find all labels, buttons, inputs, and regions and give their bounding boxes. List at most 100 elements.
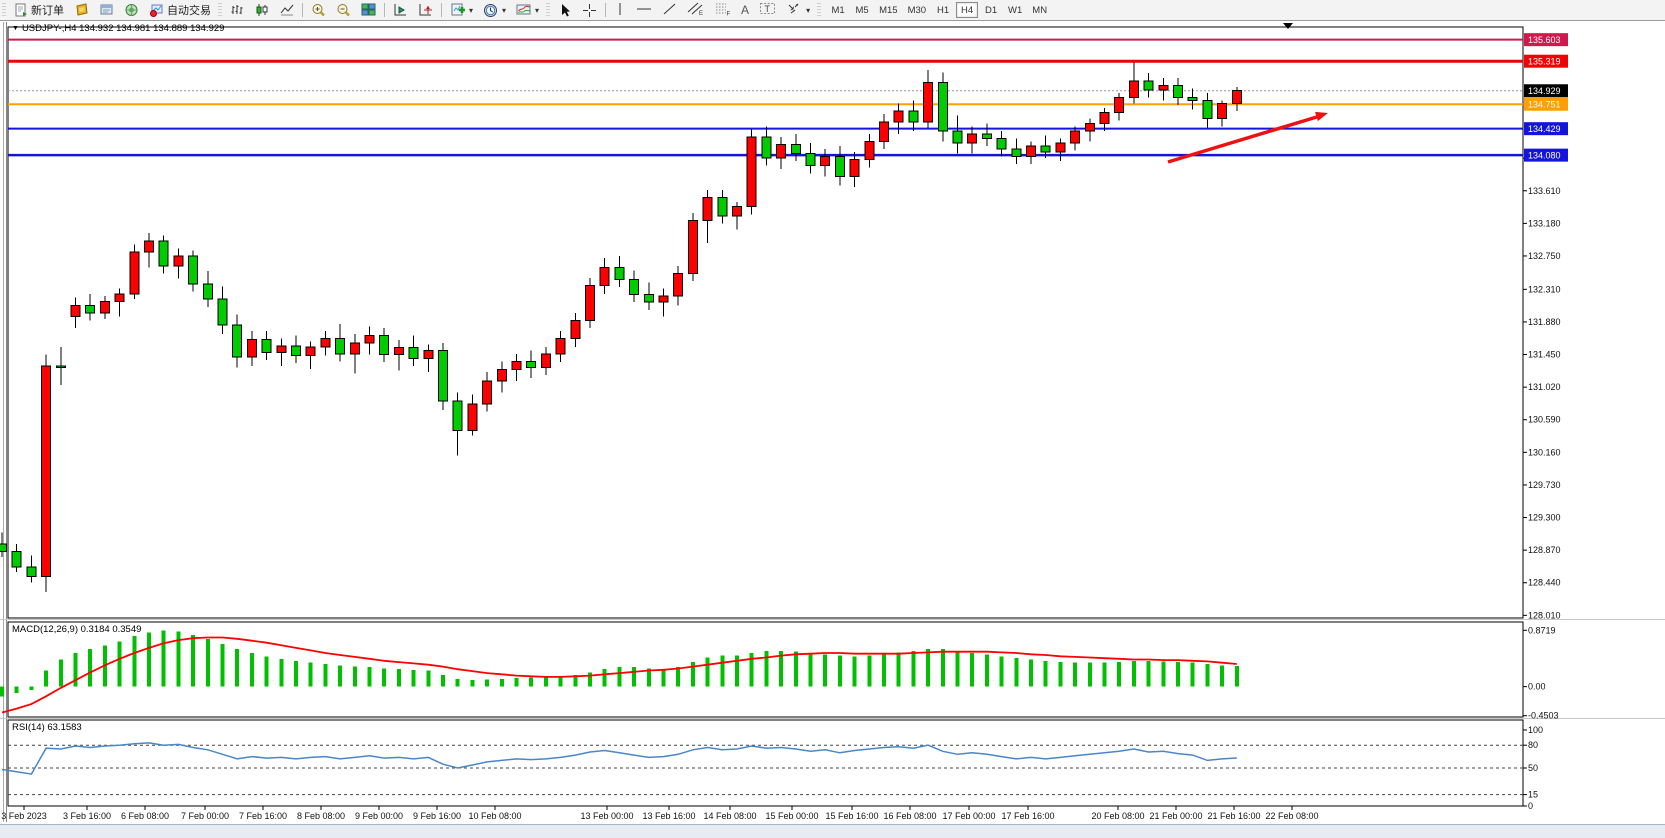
timeframe-H4[interactable]: H4: [956, 2, 978, 18]
new-chart-button[interactable]: ▾: [445, 1, 478, 19]
timeframe-M30[interactable]: M30: [904, 2, 930, 18]
svg-text:134.751: 134.751: [1528, 99, 1561, 109]
macd-bar: [235, 649, 239, 686]
timeframe-M1[interactable]: M1: [827, 2, 849, 18]
price-axis[interactable]: 134.040133.610133.180132.750132.310131.8…: [1523, 153, 1561, 620]
candle-down: [938, 82, 947, 131]
candle-down: [630, 279, 639, 294]
indicator-window-2-button[interactable]: [413, 1, 438, 19]
symbol-dropdown-icon[interactable]: ▼: [12, 25, 19, 32]
candle-down: [909, 111, 918, 122]
candle-up: [541, 354, 550, 368]
periods-button[interactable]: ▾: [478, 1, 511, 19]
timeframe-M5[interactable]: M5: [851, 2, 873, 18]
chart-ohlc-values: 134.932 134.981 134.889 134.929: [79, 23, 224, 34]
candle-down: [718, 198, 727, 216]
auto-trading-button[interactable]: 自动交易: [144, 1, 216, 19]
candle-up: [115, 294, 124, 302]
macd-bar: [441, 675, 445, 687]
svg-text:128.440: 128.440: [1528, 578, 1561, 588]
candlestick-mode-button[interactable]: [249, 1, 274, 19]
macd-indicator-label: MACD(12,26,9) 0.3184 0.3549: [12, 624, 141, 635]
macd-bar: [29, 687, 33, 690]
label-tool-button[interactable]: T: [754, 1, 781, 19]
svg-text:21 Feb 00:00: 21 Feb 00:00: [1149, 811, 1202, 821]
toolbar-grip[interactable]: [2, 3, 6, 17]
svg-text:128.870: 128.870: [1528, 545, 1561, 555]
svg-text:80: 80: [1528, 740, 1538, 750]
fibonacci-tool-button[interactable]: F: [709, 1, 736, 19]
svg-text:E: E: [699, 11, 703, 16]
macd-bar: [118, 641, 122, 686]
macd-bar: [338, 665, 342, 686]
candle-up: [1232, 91, 1241, 104]
timeframe-M15[interactable]: M15: [875, 2, 901, 18]
bar-chart-mode-button[interactable]: [224, 1, 249, 19]
timeframe-W1[interactable]: W1: [1004, 2, 1026, 18]
candle-down: [203, 284, 212, 299]
time-axis[interactable]: 3 Feb 20233 Feb 16:006 Feb 08:007 Feb 00…: [1, 806, 1318, 821]
candle-up: [703, 198, 712, 221]
navigator-button[interactable]: [119, 1, 144, 19]
candle-up: [777, 145, 786, 159]
timeframe-D1[interactable]: D1: [980, 2, 1002, 18]
candle-up: [586, 286, 595, 321]
horizontal-line-tool-button[interactable]: [631, 1, 657, 19]
macd-bar: [853, 656, 857, 686]
crosshair-tool-button[interactable]: [577, 1, 602, 19]
candle-up: [321, 339, 330, 347]
toolbar-grip[interactable]: [817, 3, 821, 17]
zoom-in-button[interactable]: [306, 1, 331, 19]
timeframe-MN[interactable]: MN: [1028, 2, 1051, 18]
text-tool-button[interactable]: A: [736, 1, 754, 19]
macd-bar: [897, 652, 901, 686]
arrows-tool-button[interactable]: ▾: [781, 1, 815, 19]
candle-up: [497, 370, 506, 381]
candle-down: [997, 138, 1006, 149]
candle-up: [512, 361, 521, 369]
data-window-button[interactable]: [94, 1, 119, 19]
macd-bar: [412, 670, 416, 687]
templates-button[interactable]: ▾: [511, 1, 544, 19]
chart-canvas[interactable]: 134.040133.610133.180132.750132.310131.8…: [0, 0, 1665, 838]
vertical-line-tool-button[interactable]: [609, 1, 631, 19]
macd-bar: [368, 667, 372, 686]
svg-text:F: F: [727, 12, 731, 17]
toolbar-grip[interactable]: [218, 3, 222, 17]
macd-bar: [720, 656, 724, 687]
line-chart-mode-button[interactable]: [274, 1, 299, 19]
macd-axis: 0.87190.00-0.4503: [1523, 625, 1559, 720]
svg-text:131.880: 131.880: [1528, 317, 1561, 327]
svg-text:129.300: 129.300: [1528, 513, 1561, 523]
candle-up: [145, 241, 154, 252]
cursor-tool-button[interactable]: [552, 1, 577, 19]
candle-down: [12, 552, 21, 567]
tile-windows-button[interactable]: [356, 1, 381, 19]
channel-tool-button[interactable]: E: [682, 1, 709, 19]
candle-down: [233, 325, 242, 357]
market-watch-button[interactable]: [69, 1, 94, 19]
candle-down: [615, 267, 624, 279]
candle-down: [527, 361, 536, 367]
svg-text:100: 100: [1528, 725, 1543, 735]
macd-bar: [1235, 666, 1239, 687]
line-chart-icon: [279, 3, 294, 18]
chevron-down-icon: ▾: [535, 6, 539, 15]
svg-text:16 Feb 08:00: 16 Feb 08:00: [883, 811, 936, 821]
chart-title: ▼USDJPY-,H4 134.932 134.981 134.889 134.…: [12, 23, 224, 34]
toolbar-separator: [384, 3, 385, 17]
svg-text:132.750: 132.750: [1528, 251, 1561, 261]
candlestick-icon: [254, 3, 269, 18]
macd-bar: [1191, 663, 1195, 687]
indicator-window-1-button[interactable]: [388, 1, 413, 19]
timeframe-H1[interactable]: H1: [932, 2, 954, 18]
candle-up: [1027, 146, 1036, 157]
new-order-button[interactable]: 新订单: [8, 1, 69, 19]
svg-text:3 Feb 16:00: 3 Feb 16:00: [63, 811, 111, 821]
zoom-out-button[interactable]: [331, 1, 356, 19]
toolbar-grip[interactable]: [546, 3, 550, 17]
trendline-tool-button[interactable]: [657, 1, 682, 19]
candle-down: [835, 157, 844, 177]
svg-text:6 Feb 08:00: 6 Feb 08:00: [121, 811, 169, 821]
macd-bar: [1044, 661, 1048, 687]
